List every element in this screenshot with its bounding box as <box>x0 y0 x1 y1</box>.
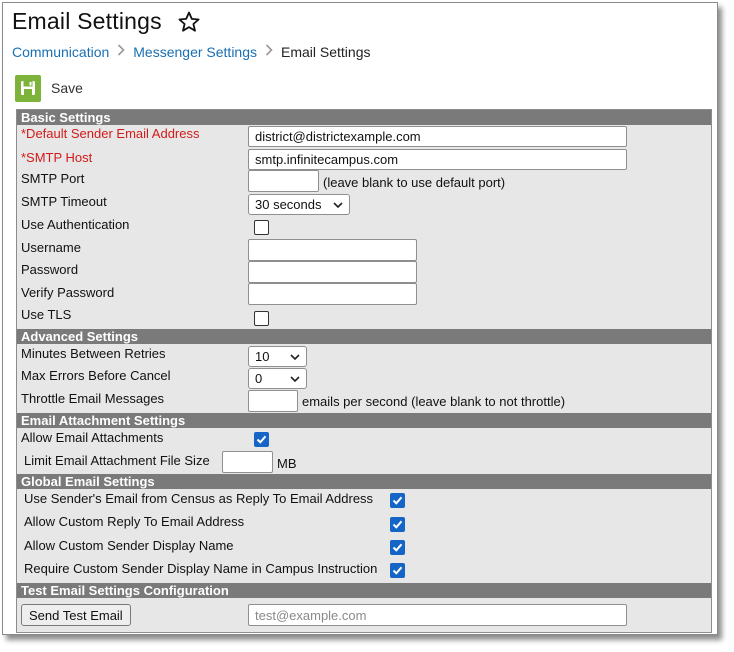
breadcrumb-communication[interactable]: Communication <box>12 44 109 60</box>
section-global-settings: Global Email Settings <box>17 474 711 489</box>
breadcrumb: Communication Messenger Settings Email S… <box>12 43 370 60</box>
username-input[interactable] <box>248 239 417 261</box>
minutes-between-retries-select[interactable]: 10 <box>248 346 307 367</box>
limit-file-size-input[interactable] <box>222 451 273 473</box>
max-errors-select[interactable]: 0 <box>248 368 307 389</box>
section-attachment-settings: Email Attachment Settings <box>17 413 711 428</box>
smtp-port-hint: (leave blank to use default port) <box>323 175 506 190</box>
section-test-configuration: Test Email Settings Configuration <box>17 583 711 598</box>
settings-window: Email Settings Communication Messenger S… <box>2 2 718 635</box>
limit-file-size-label: Limit Email Attachment File Size <box>24 453 210 468</box>
star-outline-icon[interactable] <box>177 10 201 34</box>
test-email-input[interactable] <box>248 604 627 626</box>
throttle-input[interactable] <box>248 390 298 412</box>
verify-password-input[interactable] <box>248 283 417 305</box>
smtp-host-input[interactable] <box>248 149 627 170</box>
require-display-checkbox[interactable] <box>390 563 405 578</box>
throttle-label: Throttle Email Messages <box>21 391 165 406</box>
use-tls-label: Use TLS <box>21 307 72 322</box>
section-basic-settings: Basic Settings <box>17 110 711 125</box>
page-title: Email Settings <box>12 8 162 34</box>
smtp-host-label: *SMTP Host <box>21 150 93 165</box>
smtp-port-label: SMTP Port <box>21 171 85 186</box>
verify-password-label: Verify Password <box>21 285 115 300</box>
limit-file-size-unit: MB <box>277 456 297 471</box>
breadcrumb-current: Email Settings <box>281 43 371 60</box>
breadcrumb-messenger-settings[interactable]: Messenger Settings <box>133 44 257 60</box>
save-button[interactable]: Save <box>15 74 83 102</box>
use-tls-checkbox[interactable] <box>254 311 269 326</box>
max-errors-label: Max Errors Before Cancel <box>21 368 171 383</box>
sender-email-label: *Default Sender Email Address <box>21 126 200 141</box>
check-icon <box>392 520 403 529</box>
smtp-port-input[interactable] <box>248 170 319 192</box>
chevron-down-icon <box>333 201 343 208</box>
custom-display-label: Allow Custom Sender Display Name <box>24 538 234 553</box>
minutes-between-retries-label: Minutes Between Retries <box>21 346 166 361</box>
check-icon <box>392 543 403 552</box>
chevron-right-icon <box>117 43 125 60</box>
census-reply-checkbox[interactable] <box>390 493 405 508</box>
section-advanced-settings: Advanced Settings <box>17 329 711 344</box>
settings-panel: Basic Settings *Default Sender Email Add… <box>16 109 712 633</box>
save-label: Save <box>51 80 83 96</box>
require-display-label: Require Custom Sender Display Name in Ca… <box>24 561 378 576</box>
smtp-timeout-select[interactable]: 30 seconds <box>248 194 350 215</box>
custom-display-checkbox[interactable] <box>390 540 405 555</box>
password-label: Password <box>21 262 79 277</box>
custom-reply-label: Allow Custom Reply To Email Address <box>24 514 245 529</box>
max-errors-value: 0 <box>255 371 263 386</box>
use-authentication-checkbox[interactable] <box>254 220 269 235</box>
chevron-right-icon <box>265 43 273 60</box>
check-icon <box>392 566 403 575</box>
minutes-between-retries-value: 10 <box>255 349 270 364</box>
check-icon <box>392 496 403 505</box>
smtp-timeout-label: SMTP Timeout <box>21 194 107 209</box>
password-input[interactable] <box>248 261 417 283</box>
allow-attachments-label: Allow Email Attachments <box>21 430 164 445</box>
use-authentication-label: Use Authentication <box>21 217 130 232</box>
census-reply-label: Use Sender's Email from Census as Reply … <box>24 491 374 506</box>
chevron-down-icon <box>290 353 300 360</box>
smtp-timeout-value: 30 seconds <box>255 197 322 212</box>
custom-reply-checkbox[interactable] <box>390 517 405 532</box>
allow-attachments-checkbox[interactable] <box>254 432 269 447</box>
send-test-email-button[interactable]: Send Test Email <box>21 604 131 626</box>
chevron-down-icon <box>290 375 300 382</box>
floppy-disk-icon <box>15 74 41 102</box>
check-icon <box>256 435 267 444</box>
username-label: Username <box>21 240 81 255</box>
throttle-hint: emails per second (leave blank to not th… <box>302 394 566 409</box>
sender-email-input[interactable] <box>248 126 627 147</box>
